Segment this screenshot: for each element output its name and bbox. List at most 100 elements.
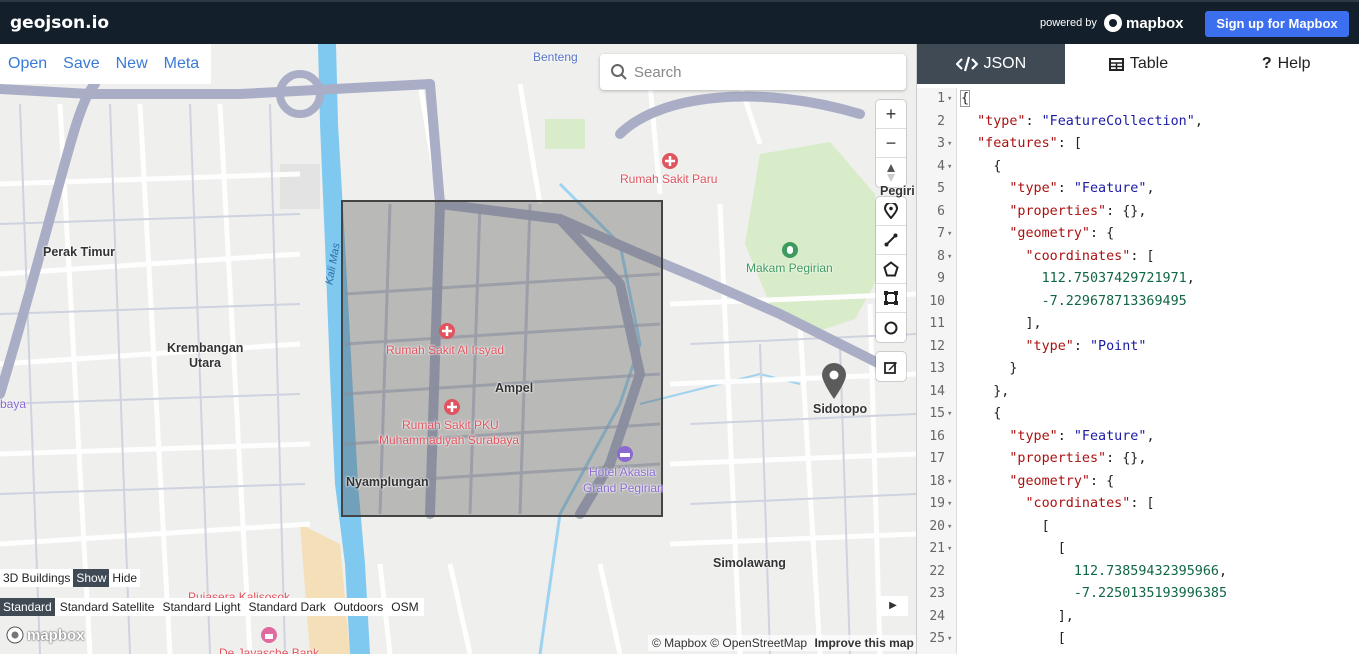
- code-text: [: [961, 541, 1066, 556]
- code-line[interactable]: 12 "type": "Point": [917, 336, 1359, 359]
- caret-right-icon: ▶: [889, 600, 897, 611]
- fold-arrow-icon[interactable]: ▾: [947, 156, 952, 179]
- code-line[interactable]: 3 ▾ "features": [: [917, 133, 1359, 156]
- panel-tabs: JSON Table ? Help: [917, 44, 1359, 84]
- fold-arrow-icon[interactable]: ▾: [947, 538, 952, 561]
- tab-json[interactable]: JSON: [917, 44, 1065, 84]
- collapse-panel-button[interactable]: ▶: [878, 596, 908, 616]
- zoom-in-button[interactable]: +: [876, 100, 906, 129]
- code-line[interactable]: 21 ▾ [: [917, 538, 1359, 561]
- tab-table[interactable]: Table: [1065, 44, 1213, 84]
- fold-arrow-icon[interactable]: ▾: [947, 628, 952, 651]
- draw-circle-button[interactable]: [876, 313, 906, 342]
- map-label-de-javasche: De Javasche Bank: [219, 646, 320, 654]
- save-button[interactable]: Save: [57, 55, 105, 73]
- app-title[interactable]: geojson.io: [10, 13, 109, 33]
- style-standard-light[interactable]: Standard Light: [159, 598, 243, 616]
- code-line[interactable]: 16 "type": "Feature",: [917, 426, 1359, 449]
- code-line[interactable]: 23 -7.2250135193996385: [917, 583, 1359, 606]
- code-line[interactable]: 9 112.75037429721971,: [917, 268, 1359, 291]
- fold-arrow-icon[interactable]: ▾: [947, 471, 952, 494]
- style-standard[interactable]: Standard: [0, 598, 55, 616]
- search-input[interactable]: [634, 60, 894, 84]
- compass-button[interactable]: [876, 158, 906, 187]
- code-text: {: [961, 158, 1002, 174]
- code-line[interactable]: 6 "properties": {},: [917, 201, 1359, 224]
- map-attribution: © Mapbox © OpenStreetMap Improve this ma…: [648, 635, 916, 651]
- mapbox-wordmark[interactable]: mapbox: [6, 626, 85, 644]
- code-line[interactable]: 5 "type": "Feature",: [917, 178, 1359, 201]
- code-line[interactable]: 18 ▾ "geometry": {: [917, 471, 1359, 494]
- open-button[interactable]: Open: [2, 55, 53, 73]
- top-bar: geojson.io powered by mapbox Sign up for…: [0, 0, 1359, 44]
- fold-arrow-icon[interactable]: ▾: [947, 246, 952, 269]
- code-text: "type": "FeatureCollection",: [977, 113, 1203, 129]
- style-standard-dark[interactable]: Standard Dark: [246, 598, 329, 616]
- line-number: 12: [929, 338, 945, 354]
- line-number: 17: [929, 451, 945, 466]
- code-line[interactable]: 19 ▾ "coordinates": [: [917, 493, 1359, 516]
- map-label-simolawang: Simolawang: [713, 556, 786, 570]
- code-text: {: [959, 90, 971, 107]
- rectangle-icon: [884, 291, 898, 305]
- tab-help[interactable]: ? Help: [1212, 44, 1359, 84]
- draw-rectangle-button[interactable]: [876, 284, 906, 313]
- fold-arrow-icon[interactable]: ▾: [947, 223, 952, 246]
- fold-arrow-icon[interactable]: ▾: [947, 403, 952, 426]
- mapbox-logo[interactable]: mapbox: [1104, 14, 1184, 32]
- 3d-show-button[interactable]: Show: [73, 569, 110, 587]
- code-line[interactable]: 22 112.73859432395966,: [917, 561, 1359, 584]
- line-number: 3: [937, 136, 945, 151]
- style-standard-satellite[interactable]: Standard Satellite: [57, 598, 158, 616]
- signup-button[interactable]: Sign up for Mapbox: [1205, 11, 1349, 37]
- tab-help-label: Help: [1277, 55, 1311, 72]
- 3d-hide-button[interactable]: Hide: [109, 569, 140, 587]
- code-line[interactable]: 2 "type": "FeatureCollection",: [917, 111, 1359, 134]
- code-line[interactable]: 8 ▾ "coordinates": [: [917, 246, 1359, 269]
- code-line[interactable]: 24 ],: [917, 606, 1359, 629]
- code-line[interactable]: 20 ▾ [: [917, 516, 1359, 539]
- code-line[interactable]: 4 ▾ {: [917, 156, 1359, 179]
- fold-arrow-icon[interactable]: ▾: [947, 493, 952, 516]
- json-editor[interactable]: 1 ▾{2 "type": "FeatureCollection", 3 ▾ "fea…: [917, 88, 1359, 654]
- style-outdoors[interactable]: Outdoors: [331, 598, 386, 616]
- new-button[interactable]: New: [110, 55, 154, 73]
- line-number: 5: [937, 181, 945, 196]
- line-number: 25: [929, 631, 945, 646]
- fold-arrow-icon[interactable]: ▾: [947, 516, 952, 539]
- code-line[interactable]: 25 ▾ [: [917, 628, 1359, 651]
- code-line[interactable]: 11 ],: [917, 313, 1359, 336]
- draw-polygon-button[interactable]: [876, 255, 906, 284]
- code-text: "geometry": {: [1009, 473, 1115, 489]
- point-marker-icon[interactable]: [820, 362, 848, 400]
- style-osm[interactable]: OSM: [388, 598, 421, 616]
- navigation-control: + −: [876, 100, 906, 187]
- code-line[interactable]: 14 },: [917, 381, 1359, 404]
- mapbox-icon: [1104, 14, 1122, 32]
- side-panel: JSON Table ? Help 1 ▾{2 "type": "FeatureC…: [916, 44, 1359, 654]
- code-line[interactable]: 1 ▾ {: [917, 88, 1359, 111]
- draw-line-button[interactable]: [876, 226, 906, 255]
- fold-arrow-icon[interactable]: ▾: [947, 88, 952, 111]
- search-icon: [611, 64, 627, 80]
- attribution-text[interactable]: © Mapbox © OpenStreetMap: [652, 636, 807, 650]
- code-text: "geometry": {: [1009, 226, 1115, 241]
- code-line[interactable]: 10 -7.229678713369495: [917, 291, 1359, 314]
- code-text: [: [961, 518, 1050, 534]
- fold-arrow-icon[interactable]: ▾: [947, 133, 952, 156]
- code-text: "type": "Feature",: [1009, 181, 1155, 196]
- meta-button[interactable]: Meta: [158, 55, 206, 73]
- code-line[interactable]: 17 "properties": {},: [917, 448, 1359, 471]
- code-line[interactable]: 7 ▾ "geometry": {: [917, 223, 1359, 246]
- code-line[interactable]: 13 }: [917, 358, 1359, 381]
- zoom-out-button[interactable]: −: [876, 129, 906, 158]
- map-canvas[interactable]: Open Save New Meta + −: [0, 44, 916, 654]
- line-number: 10: [929, 293, 945, 309]
- search-box[interactable]: [600, 54, 906, 90]
- draw-marker-button[interactable]: [876, 197, 906, 226]
- code-line[interactable]: 15 ▾ {: [917, 403, 1359, 426]
- file-menu: Open Save New Meta: [0, 44, 212, 84]
- improve-map-link[interactable]: Improve this map: [814, 636, 913, 650]
- line-number: 19: [929, 496, 945, 511]
- edit-button[interactable]: [876, 352, 906, 381]
